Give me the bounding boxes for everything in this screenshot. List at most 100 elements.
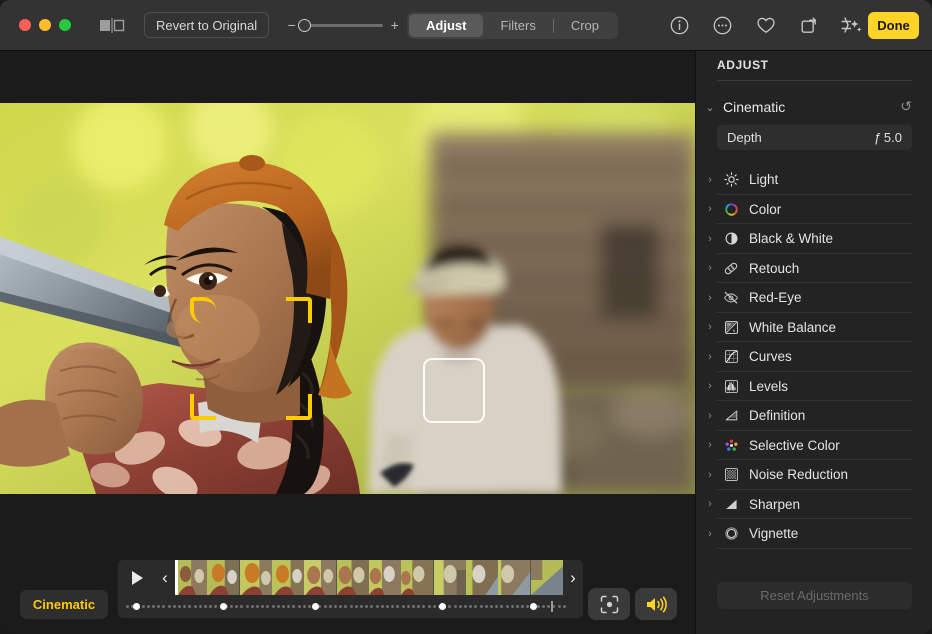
timeline-tick [292,605,295,608]
done-label: Done [877,18,910,33]
filmstrip-frame[interactable] [369,560,401,595]
chevron-right-icon[interactable]: › [700,528,720,540]
adjustment-row-red-eye[interactable]: ›Red-Eye [696,283,932,313]
filmstrip-frame[interactable] [175,560,207,595]
audio-toggle-button[interactable] [635,588,677,620]
tab-filters-label: Filters [500,18,535,33]
adjustment-row-definition[interactable]: ›Definition [696,401,932,431]
chevron-right-icon[interactable]: › [700,321,720,333]
tab-adjust[interactable]: Adjust [409,14,483,37]
favorite-heart-icon[interactable] [744,11,787,39]
filmstrip-frame[interactable] [401,560,433,595]
cinematic-mode-badge[interactable]: Cinematic [20,590,108,619]
chevron-right-icon[interactable]: › [700,174,720,186]
timeline-keyframe[interactable] [220,603,227,610]
timeline-keyframe[interactable] [312,603,319,610]
filmstrip-frame[interactable] [337,560,369,595]
zoom-slider-knob[interactable] [298,19,311,32]
chevron-left-icon: ‹ [162,568,168,588]
adjustment-row-sharpen[interactable]: ›Sharpen [696,490,932,520]
focus-corner-bottom-right [286,394,312,420]
adjustment-label: Light [749,172,778,187]
filmstrip-frame[interactable] [498,560,530,595]
cinematic-badge-label: Cinematic [33,597,95,612]
photo-image[interactable] [0,103,695,494]
reset-adjustments-button[interactable]: Reset Adjustments [717,582,912,609]
adjustment-row-curves[interactable]: ›Curves [696,342,932,372]
chevron-right-icon[interactable]: › [700,439,720,451]
tab-crop[interactable]: Crop [554,14,616,37]
zoom-button[interactable] [59,19,71,31]
detected-face-box[interactable] [423,358,485,423]
filmstrip-frame[interactable] [207,560,239,595]
chevron-right-icon[interactable]: › [700,498,720,510]
close-button[interactable] [19,19,31,31]
focus-reticle-icon [600,595,619,614]
filmstrip-frame[interactable] [466,560,498,595]
focus-point-button[interactable] [588,588,630,620]
minimize-button[interactable] [39,19,51,31]
chevron-down-icon[interactable]: ⌄ [700,101,720,114]
timeline-tick [511,605,514,608]
cinematic-section-header[interactable]: ⌄ Cinematic ↺ [696,95,932,119]
adjustment-row-retouch[interactable]: ›Retouch [696,254,932,284]
editor-mode-tabs: Adjust Filters Crop [407,12,618,39]
timeline-tick [428,605,431,608]
tab-filters[interactable]: Filters [483,14,552,37]
timeline-tick [433,605,436,608]
previous-frame-button[interactable]: ‹ [155,560,175,595]
timeline-tick [381,605,384,608]
bandage-icon [721,260,741,276]
info-icon[interactable] [658,11,701,39]
chevron-right-icon[interactable]: › [700,351,720,363]
zoom-in-icon[interactable]: + [390,18,399,32]
chevron-right-icon[interactable]: › [700,292,720,304]
cinematic-focus-box[interactable] [190,297,312,420]
adjustment-row-light[interactable]: › Light [696,165,932,195]
next-frame-button[interactable]: › [563,560,583,595]
filmstrip-frame[interactable] [240,560,272,595]
photo-canvas[interactable] [0,51,695,548]
timeline-tick [126,605,129,608]
depth-control-row[interactable]: Depth ƒ 5.0 [717,125,912,150]
revert-cinematic-icon[interactable]: ↺ [900,98,912,115]
chevron-right-icon[interactable]: › [700,262,720,274]
adjustment-row-noise-reduction[interactable]: ›Noise Reduction [696,460,932,490]
zoom-slider[interactable]: − + [287,18,399,32]
adjustment-row-selective-color[interactable]: ›Selective Color [696,431,932,461]
video-scrubber[interactable]: ‹ [118,560,583,618]
timeline-keyframe[interactable] [439,603,446,610]
chevron-right-icon: › [570,568,576,588]
timeline-keyframe[interactable] [133,603,140,610]
filmstrip-playhead[interactable] [175,560,178,595]
more-options-icon[interactable] [701,11,744,39]
adjustment-row-levels[interactable]: ›Levels [696,372,932,402]
timeline-tick [464,605,467,608]
play-button[interactable] [118,560,153,595]
zoom-out-icon[interactable]: − [287,18,296,32]
chevron-right-icon[interactable]: › [700,380,720,392]
cinematic-timeline[interactable] [118,595,583,618]
compare-split-icon[interactable] [98,16,126,34]
filmstrip-frame[interactable] [304,560,336,595]
revert-to-original-button[interactable]: Revert to Original [144,12,269,38]
adjustment-row-white-balance[interactable]: ›WBWhite Balance [696,313,932,343]
filmstrip[interactable] [175,560,563,595]
chevron-right-icon[interactable]: › [700,410,720,422]
filmstrip-frame[interactable] [272,560,304,595]
timeline-keyframe[interactable] [530,603,537,610]
timeline-tick [370,605,373,608]
adjustment-row-color[interactable]: ›Color [696,195,932,225]
adjustment-row-vignette[interactable]: ›Vignette [696,519,932,549]
adjustment-row-black-white[interactable]: ›Black & White [696,224,932,254]
timeline-tick [162,605,165,608]
rotate-icon[interactable] [787,11,830,39]
auto-enhance-icon[interactable] [830,11,873,39]
zoom-slider-track[interactable] [303,24,383,27]
done-button[interactable]: Done [868,12,919,39]
chevron-right-icon[interactable]: › [700,203,720,215]
chevron-right-icon[interactable]: › [700,233,720,245]
filmstrip-frame[interactable] [531,560,563,595]
chevron-right-icon[interactable]: › [700,469,720,481]
filmstrip-frame[interactable] [434,560,466,595]
